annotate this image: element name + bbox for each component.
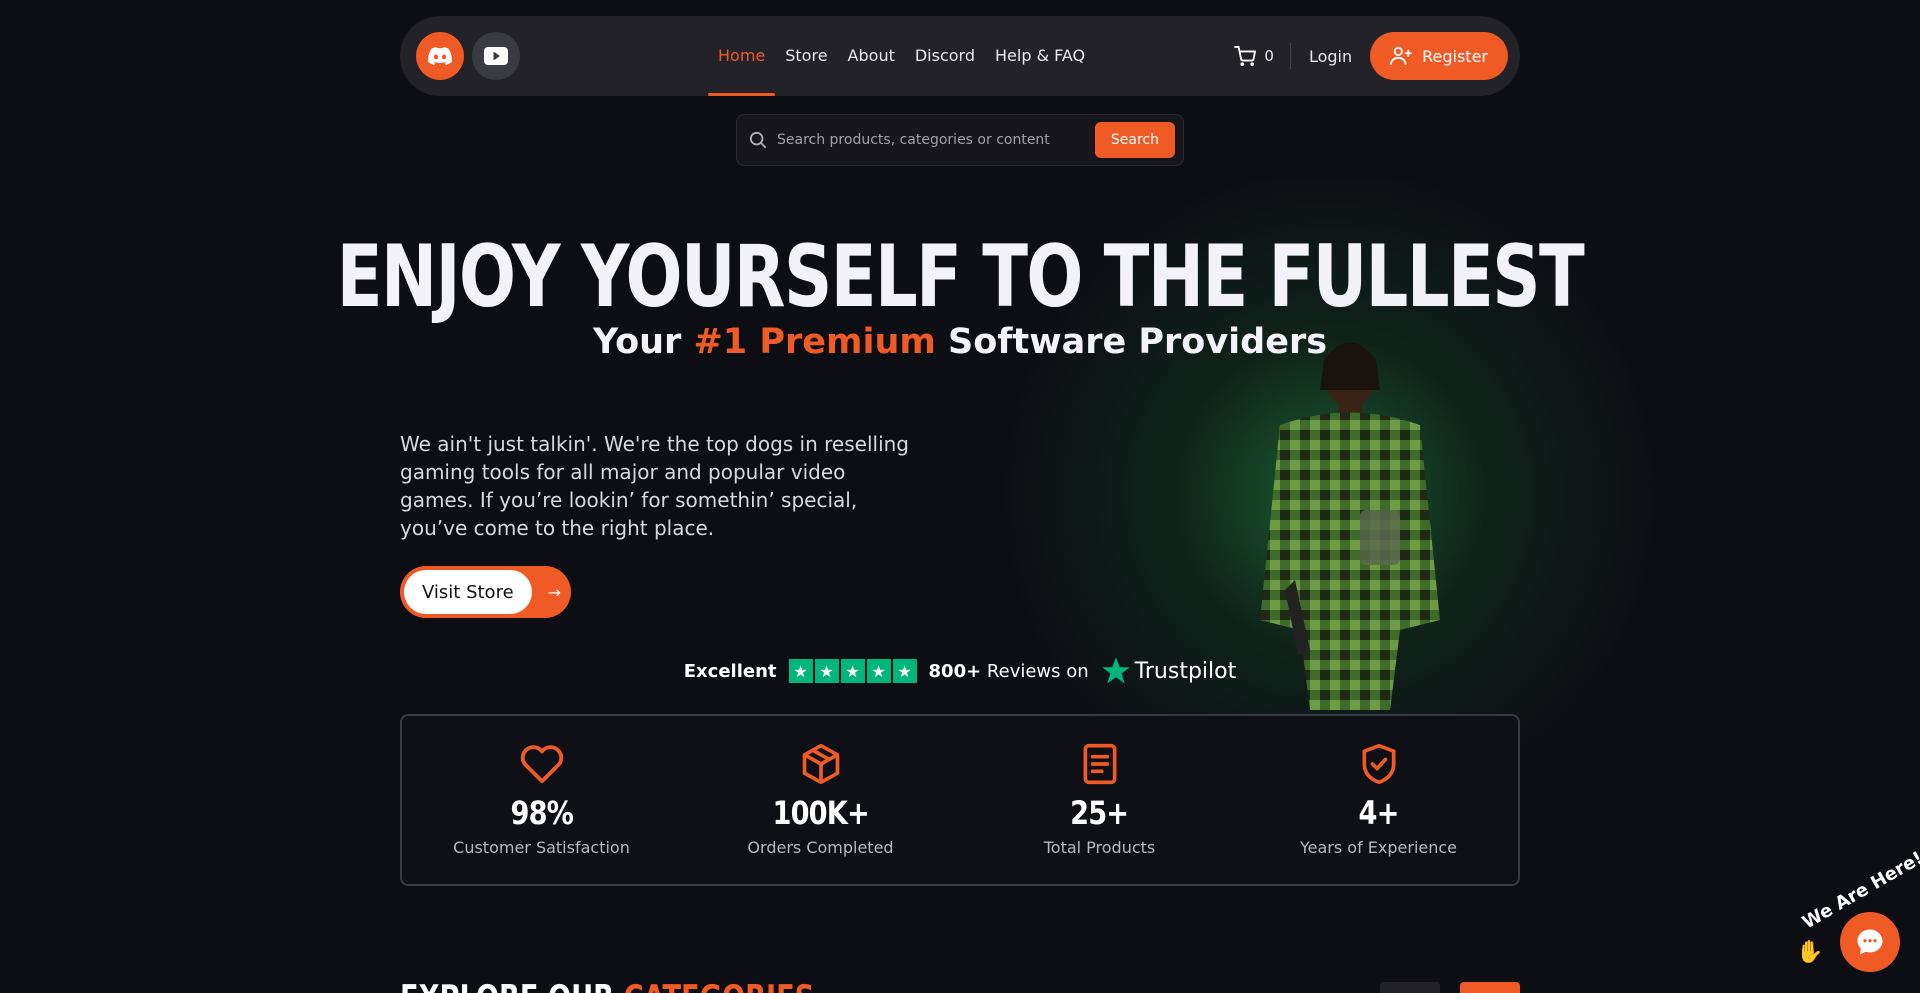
discord-icon bbox=[428, 47, 452, 65]
star-icon: ★ bbox=[814, 659, 839, 683]
stats-panel: 98% Customer Satisfaction 100K+ Orders C… bbox=[400, 714, 1520, 886]
stat-item: 4+ Years of Experience bbox=[1239, 716, 1518, 884]
search-input[interactable] bbox=[777, 132, 1095, 148]
rating-label: Excellent bbox=[683, 660, 777, 682]
heart-icon bbox=[520, 745, 563, 784]
star-icon: ★ bbox=[840, 659, 865, 683]
hero-character-image bbox=[1260, 342, 1440, 710]
visit-store-button[interactable]: Visit Store → bbox=[400, 566, 571, 618]
hero-description: We ain't just talkin'. We're the top dog… bbox=[400, 432, 909, 540]
trustpilot-logo: Trustpilot bbox=[1101, 656, 1237, 686]
search-icon bbox=[749, 131, 767, 149]
register-label: Register bbox=[1422, 46, 1488, 66]
search-button[interactable]: Search bbox=[1094, 122, 1175, 158]
carousel-prev-button[interactable] bbox=[1380, 982, 1440, 993]
stat-item: 25+ Total Products bbox=[960, 716, 1239, 884]
explore-title-pre: EXPLORE OUR bbox=[400, 978, 624, 993]
stat-label: Customer Satisfaction bbox=[453, 838, 630, 857]
visit-store-label: Visit Store bbox=[404, 570, 532, 614]
subtitle-highlight: #1 Premium bbox=[693, 322, 936, 362]
navbar: Home Store About Discord Help & FAQ 0 Lo… bbox=[400, 16, 1520, 96]
cart-button[interactable]: 0 bbox=[1234, 43, 1291, 69]
arrow-right-icon: → bbox=[547, 582, 562, 602]
stat-label: Total Products bbox=[1043, 838, 1156, 857]
cart-icon bbox=[1234, 46, 1257, 66]
subtitle-pre: Your bbox=[592, 322, 694, 362]
trustpilot-star-icon bbox=[1101, 657, 1130, 684]
trustpilot-brand: Trustpilot bbox=[1134, 658, 1237, 684]
nav-actions: 0 Login Register bbox=[1234, 16, 1508, 96]
stat-item: 98% Customer Satisfaction bbox=[402, 716, 681, 884]
register-button[interactable]: Register bbox=[1370, 32, 1508, 80]
waving-hand-icon: ✋ bbox=[1796, 940, 1824, 965]
reviews-count: 800+ bbox=[928, 660, 982, 682]
stat-value: 25+ bbox=[1070, 794, 1129, 832]
nav-help-faq[interactable]: Help & FAQ bbox=[985, 16, 1095, 96]
nav-home[interactable]: Home bbox=[708, 16, 776, 96]
discord-link[interactable] bbox=[416, 32, 464, 80]
stat-value: 100K+ bbox=[772, 794, 869, 832]
chat-bubble-icon bbox=[1857, 929, 1883, 955]
main-menu: Home Store About Discord Help & FAQ bbox=[708, 16, 1095, 96]
stat-label: Orders Completed bbox=[747, 838, 894, 857]
carousel-next-button[interactable] bbox=[1460, 982, 1520, 993]
chat-button[interactable] bbox=[1840, 912, 1900, 972]
hero-title: ENJOY YOURSELF TO THE FULLEST bbox=[336, 227, 1585, 327]
search-bar: Search bbox=[736, 114, 1184, 166]
nav-about[interactable]: About bbox=[838, 16, 905, 96]
stat-label: Years of Experience bbox=[1299, 838, 1458, 857]
youtube-link[interactable] bbox=[472, 32, 520, 80]
nav-discord[interactable]: Discord bbox=[905, 16, 985, 96]
trustpilot-bar[interactable]: Excellent ★ ★ ★ ★ ★ 800+ Reviews on Trus… bbox=[0, 656, 1920, 686]
star-icon: ★ bbox=[892, 659, 917, 683]
youtube-icon bbox=[484, 47, 508, 65]
explore-categories-title: EXPLORE OUR CATEGORIES bbox=[400, 978, 814, 993]
document-icon bbox=[1083, 743, 1116, 785]
stat-value: 4+ bbox=[1358, 794, 1399, 832]
star-icon: ★ bbox=[788, 659, 813, 683]
reviews-text: 800+ Reviews on bbox=[929, 661, 1089, 682]
nav-store[interactable]: Store bbox=[775, 16, 837, 96]
explore-title-highlight: CATEGORIES bbox=[624, 978, 815, 993]
shield-check-icon bbox=[1362, 743, 1395, 785]
cart-count: 0 bbox=[1264, 47, 1274, 65]
stat-item: 100K+ Orders Completed bbox=[681, 716, 960, 884]
star-icon: ★ bbox=[866, 659, 891, 683]
box-icon bbox=[802, 743, 839, 785]
login-button[interactable]: Login bbox=[1291, 47, 1370, 66]
add-user-icon bbox=[1390, 46, 1413, 66]
reviews-suffix: Reviews on bbox=[986, 660, 1089, 682]
rating-stars: ★ ★ ★ ★ ★ bbox=[788, 659, 917, 683]
stat-value: 98% bbox=[510, 794, 573, 832]
hero-subtitle: Your #1 Premium Software Providers bbox=[0, 322, 1920, 362]
